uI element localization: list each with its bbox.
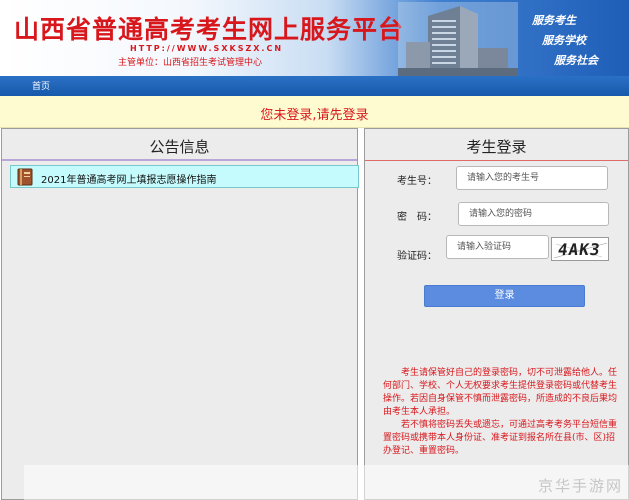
exam-number-input[interactable] (456, 166, 608, 190)
announcement-item-title: 2021年普通高考网上填报志愿操作指南 (41, 175, 217, 186)
book-icon (17, 168, 33, 186)
announcements-panel: 公告信息 2021年普通高考网上填报志愿操作指南 (1, 128, 359, 500)
watermark: 京华手游网 (537, 477, 623, 495)
captcha-input[interactable] (446, 235, 549, 259)
captcha-label: 验证码： (397, 251, 437, 262)
login-panel: 考生登录 考生号： 密 码： 验证码： 4AK3 登录 考生请保管好自己的登录密… (364, 128, 629, 500)
captcha-text: 4AK3 (556, 240, 602, 259)
password-input[interactable] (458, 202, 609, 226)
login-notice-bar: 您未登录,请先登录 (0, 96, 629, 128)
page: 山西省普通高考考生网上服务平台 HTTP://WWW.SXKSZX.CN 主管单… (0, 0, 629, 500)
site-organizer: 主管单位：山西省招生考试管理中心 (118, 58, 263, 68)
slogan-serve-schools: 服务学校 (542, 34, 586, 47)
announcements-title: 公告信息 (149, 138, 210, 156)
login-button[interactable]: 登录 (424, 285, 585, 307)
building-illustration (398, 2, 518, 76)
nav-bar: 首页 (0, 76, 629, 96)
announcements-header: 公告信息 (2, 129, 357, 161)
header-banner: 山西省普通高考考生网上服务平台 HTTP://WWW.SXKSZX.CN 主管单… (0, 0, 629, 76)
nav-home-link[interactable]: 首页 (32, 79, 50, 92)
slogan-serve-students: 服务考生 (532, 14, 576, 27)
site-title: 山西省普通高考考生网上服务平台 (14, 15, 405, 44)
tip-paragraph: 若不慎将密码丢失或遗忘，可通过高考考务平台短信重置密码或携带本人身份证、准考证到… (383, 420, 618, 456)
login-tips: 考生请保管好自己的登录密码，切不可泄露给他人。任何部门、学校、个人无权要求考生提… (383, 367, 623, 458)
exam-number-label: 考生号： (397, 176, 437, 187)
tip-paragraph: 考生请保管好自己的登录密码，切不可泄露给他人。任何部门、学校、个人无权要求考生提… (383, 368, 618, 417)
slogan-serve-society: 服务社会 (554, 54, 598, 67)
login-notice-text: 您未登录,请先登录 (260, 108, 369, 123)
password-label: 密 码： (397, 212, 437, 223)
captcha-image[interactable]: 4AK3 (551, 237, 609, 261)
announcement-item[interactable]: 2021年普通高考网上填报志愿操作指南 (10, 165, 359, 188)
site-url: HTTP://WWW.SXKSZX.CN (130, 44, 284, 53)
login-header: 考生登录 (365, 129, 628, 161)
login-title: 考生登录 (466, 138, 527, 156)
